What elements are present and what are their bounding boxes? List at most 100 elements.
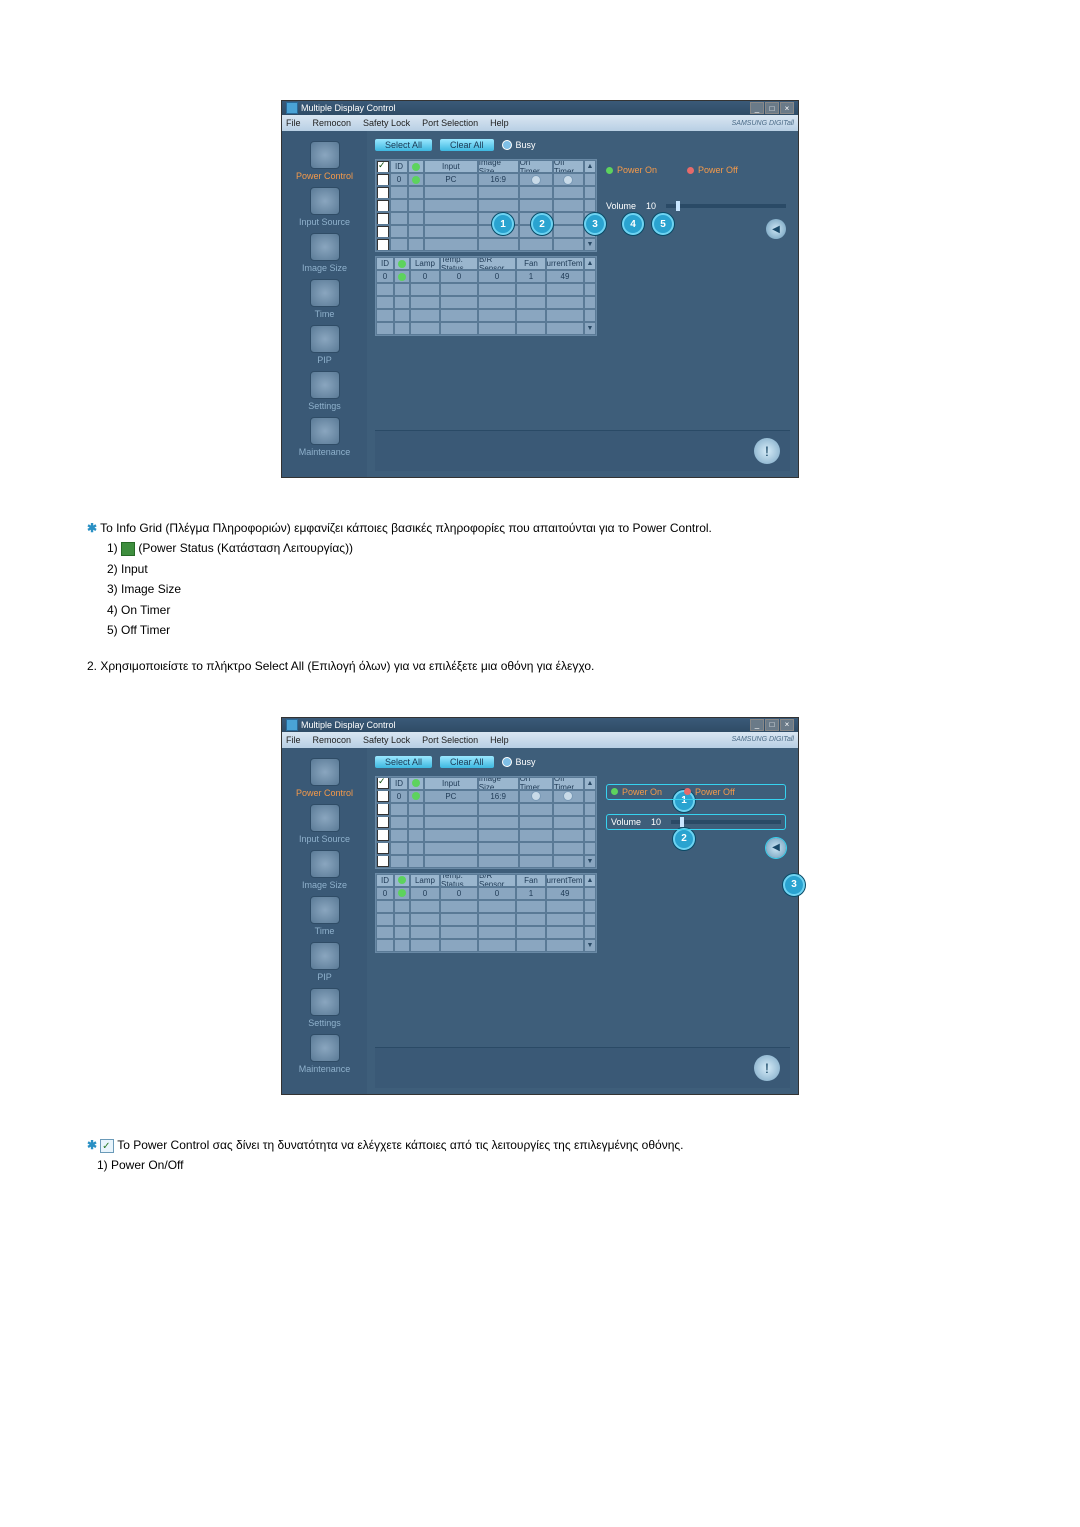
power-off-button[interactable]: Power Off [684,787,735,797]
scroll-up-button[interactable]: ▲ [584,257,596,270]
callout-2: 2 [531,213,553,235]
checkbox-icon[interactable] [377,239,389,251]
scroll-up-button[interactable]: ▲ [584,874,596,887]
sidebar-item-settings[interactable]: Settings [282,984,367,1030]
maximize-button[interactable]: □ [765,102,779,114]
close-button[interactable]: × [780,719,794,731]
checkbox-icon[interactable] [377,213,389,225]
sidebar-item-maintenance[interactable]: Maintenance [282,413,367,459]
checkbox-inline-icon [100,1139,114,1153]
scroll-down-button[interactable]: ▼ [584,322,596,335]
minimize-button[interactable]: _ [750,719,764,731]
power-status-icon [412,176,420,184]
menu-port-selection[interactable]: Port Selection [422,735,478,745]
scroll-track[interactable] [584,173,596,186]
desc-step-2: 2. Χρησιμοποιείστε το πλήκτρο Select All… [87,656,993,676]
sidebar-item-power-control[interactable]: Power Control [282,754,367,800]
sidebar-item-label: Input Source [299,217,350,227]
scroll-track[interactable] [584,790,596,803]
busy-label: Busy [516,757,536,767]
volume-slider[interactable] [666,204,786,208]
minimize-button[interactable]: _ [750,102,764,114]
check-all-icon[interactable] [377,161,389,173]
window-title: Multiple Display Control [301,103,396,113]
table-row[interactable]: 0 0 0 0 1 49 [376,887,596,900]
menu-remocon[interactable]: Remocon [313,118,352,128]
menu-file[interactable]: File [286,735,301,745]
power-off-label: Power Off [698,165,738,175]
col-check[interactable] [376,160,390,173]
cell2-id: 0 [376,887,394,900]
sidebar-item-pip[interactable]: PIP [282,321,367,367]
status-grid: ID Lamp Temp. Status B/R Sensor Fan Curr… [375,256,597,336]
sidebar-item-label: Input Source [299,834,350,844]
sidebar-item-image-size[interactable]: Image Size [282,846,367,892]
speaker-icon[interactable]: ◀ [766,838,786,858]
cell-off-timer [553,173,584,186]
menu-port-selection[interactable]: Port Selection [422,118,478,128]
checkbox-icon[interactable] [377,226,389,238]
row-check[interactable] [376,173,390,186]
menu-safety-lock[interactable]: Safety Lock [363,735,410,745]
select-all-button[interactable]: Select All [375,756,432,768]
scroll-track[interactable] [584,270,596,283]
select-all-button[interactable]: Select All [375,139,432,151]
col-image-size: Image Size [478,777,519,790]
checkbox-icon[interactable] [377,790,389,802]
check-all-icon[interactable] [377,777,389,789]
sidebar-item-settings[interactable]: Settings [282,367,367,413]
maximize-button[interactable]: □ [765,719,779,731]
cell2-br-sensor: 0 [478,270,516,283]
scroll-track[interactable] [584,887,596,900]
clear-all-button[interactable]: Clear All [440,139,494,151]
scroll-down-button[interactable]: ▼ [584,939,596,952]
col2-power [394,257,410,270]
sidebar-item-power-control[interactable]: Power Control [282,137,367,183]
power-off-button[interactable]: Power Off [687,165,738,175]
table-row[interactable]: 0 PC 16:9 [376,173,596,186]
sidebar-item-pip[interactable]: PIP [282,938,367,984]
volume-value: 10 [646,201,656,211]
col-check[interactable] [376,777,390,790]
scroll-up-button[interactable]: ▲ [584,160,596,173]
power-row: Power On Power Off [606,784,786,800]
menu-help[interactable]: Help [490,735,509,745]
sidebar-item-image-size[interactable]: Image Size [282,229,367,275]
settings-icon [310,371,340,399]
row-check[interactable] [376,790,390,803]
checkbox-icon[interactable] [377,842,389,854]
scroll-down-button[interactable]: ▼ [584,238,596,251]
power-on-button[interactable]: Power On [606,165,657,175]
cell-image-size: 16:9 [478,790,519,803]
menu-help[interactable]: Help [490,118,509,128]
power-on-button[interactable]: Power On [611,787,662,797]
right-panel: Power On Power Off Volume 10 ◀ [606,784,786,858]
sidebar-item-maintenance[interactable]: Maintenance [282,1030,367,1076]
slider-handle[interactable] [680,817,684,827]
checkbox-icon[interactable] [377,829,389,841]
checkbox-icon[interactable] [377,803,389,815]
menubar: File Remocon Safety Lock Port Selection … [282,115,798,131]
checkbox-icon[interactable] [377,174,389,186]
sidebar-item-input-source[interactable]: Input Source [282,800,367,846]
speaker-icon[interactable]: ◀ [766,219,786,239]
time-icon [310,896,340,924]
checkbox-icon[interactable] [377,855,389,867]
slider-handle[interactable] [676,201,680,211]
checkbox-icon[interactable] [377,200,389,212]
checkbox-icon[interactable] [377,816,389,828]
close-button[interactable]: × [780,102,794,114]
menu-file[interactable]: File [286,118,301,128]
scroll-down-button[interactable]: ▼ [584,855,596,868]
menu-safety-lock[interactable]: Safety Lock [363,118,410,128]
table-row[interactable]: 0 0 0 0 1 49 [376,270,596,283]
table-row[interactable]: 0 PC 16:9 [376,790,596,803]
clear-all-button[interactable]: Clear All [440,756,494,768]
scroll-up-button[interactable]: ▲ [584,777,596,790]
sidebar-item-time[interactable]: Time [282,892,367,938]
menu-remocon[interactable]: Remocon [313,735,352,745]
sidebar-item-time[interactable]: Time [282,275,367,321]
volume-slider[interactable] [671,820,781,824]
checkbox-icon[interactable] [377,187,389,199]
sidebar-item-input-source[interactable]: Input Source [282,183,367,229]
